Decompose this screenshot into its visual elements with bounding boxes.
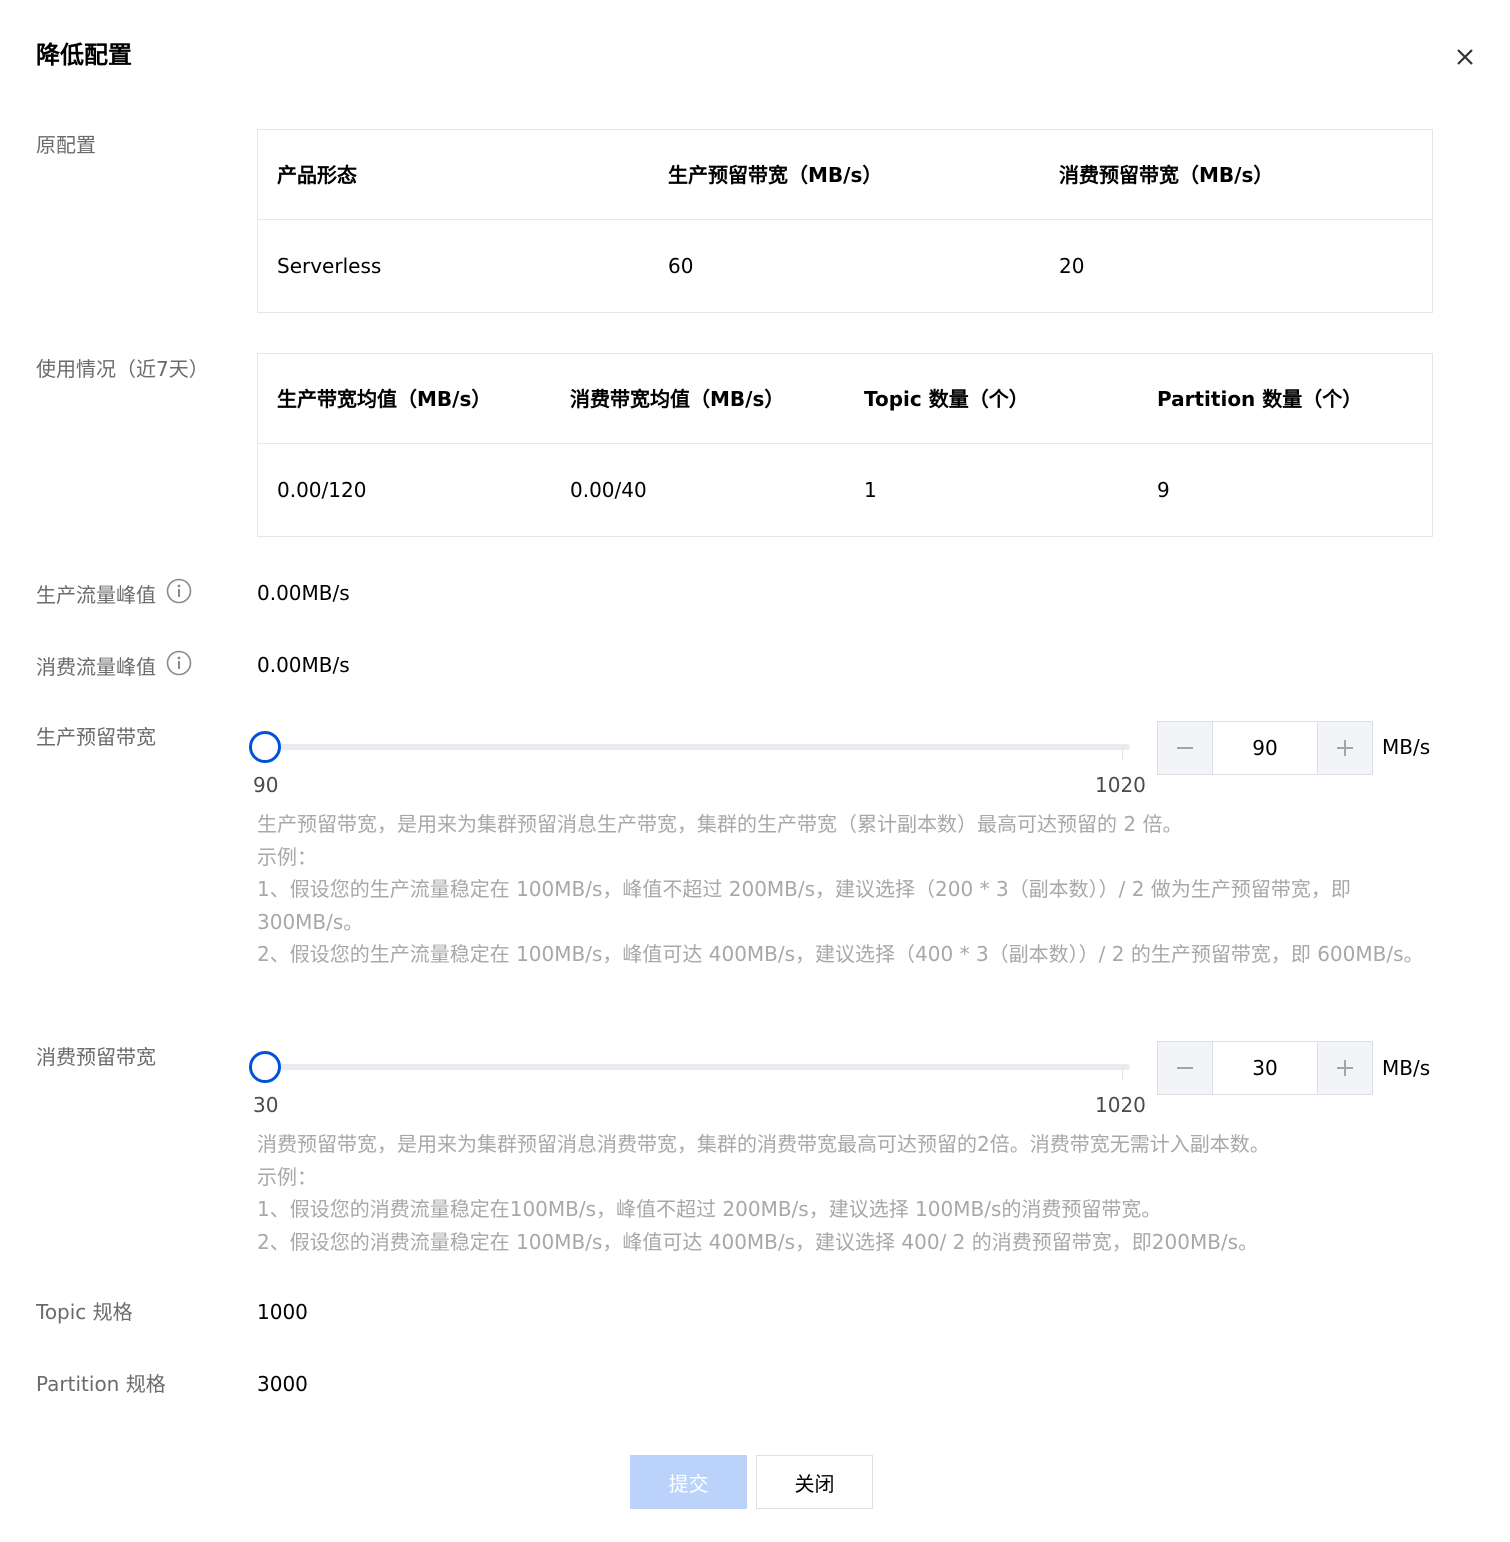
consume-peak-value: 0.00MB/s (257, 653, 350, 677)
table-header-cell: 消费预留带宽（MB/s） (1059, 162, 1274, 187)
help-line: 消费预留带宽，是用来为集群预留消息消费带宽，集群的消费带宽最高可达预留的2倍。消… (257, 1132, 1270, 1156)
help-line: 2、假设您的消费流量稳定在 100MB/s，峰值可达 400MB/s，建议选择 … (257, 1229, 1259, 1254)
slider-end-tick (1122, 1070, 1123, 1080)
table-header-row: 生产带宽均值（MB/s） 消费带宽均值（MB/s） Topic 数量（个） Pa… (258, 354, 1432, 444)
plus-icon (1337, 740, 1353, 756)
help-line: 生产预留带宽，是用来为集群预留消息生产带宽，集群的生产带宽（累计副本数）最高可达… (257, 812, 1183, 836)
dialog-title: 降低配置 (36, 41, 132, 69)
produce-bandwidth-label: 生产预留带宽 (36, 725, 156, 749)
plus-icon (1337, 1060, 1353, 1076)
topic-spec-label: Topic 规格 (36, 1300, 133, 1324)
produce-bandwidth-unit: MB/s (1382, 735, 1431, 759)
table-header-cell: Partition 数量（个） (1157, 386, 1363, 411)
consume-bandwidth-unit: MB/s (1382, 1056, 1431, 1080)
produce-bandwidth-stepper (1157, 721, 1373, 775)
table-cell: 1 (864, 478, 877, 502)
table-cell: Serverless (277, 254, 382, 278)
consume-peak-label: 消费流量峰值 (36, 650, 192, 684)
increment-button[interactable] (1318, 1042, 1372, 1094)
help-line: 1、假设您的消费流量稳定在100MB/s，峰值不超过 200MB/s，建议选择 … (257, 1197, 1162, 1221)
minus-icon (1177, 747, 1193, 749)
partition-spec-label: Partition 规格 (36, 1372, 166, 1396)
slider-end-tick (1122, 750, 1123, 760)
table-row: Serverless 60 20 (258, 220, 1432, 312)
help-line: 示例： (257, 844, 317, 869)
info-circle-icon[interactable] (166, 650, 192, 684)
decrement-button[interactable] (1158, 1042, 1212, 1094)
produce-peak-label: 生产流量峰值 (36, 578, 192, 612)
help-line: 1、假设您的生产流量稳定在 100MB/s，峰值不超过 200MB/s，建议选择… (257, 877, 1351, 934)
produce-peak-label-text: 生产流量峰值 (36, 583, 156, 607)
slider-max-mark: 1020 (1095, 773, 1146, 797)
produce-bandwidth-slider-track[interactable] (266, 744, 1130, 750)
produce-bandwidth-input[interactable] (1212, 722, 1318, 774)
info-circle-icon[interactable] (166, 578, 192, 612)
table-cell: 0.00/120 (277, 478, 367, 502)
table-cell: 20 (1059, 254, 1085, 278)
table-cell: 9 (1157, 478, 1170, 502)
slider-min-mark: 30 (253, 1093, 279, 1117)
produce-peak-value: 0.00MB/s (257, 581, 350, 605)
consume-bandwidth-help: 消费预留带宽，是用来为集群预留消息消费带宽，集群的消费带宽最高可达预留的2倍。消… (257, 1128, 1433, 1258)
decrement-button[interactable] (1158, 722, 1212, 774)
table-cell: 0.00/40 (570, 478, 647, 502)
original-config-table: 产品形态 生产预留带宽（MB/s） 消费预留带宽（MB/s） Serverles… (257, 129, 1433, 313)
consume-bandwidth-stepper (1157, 1041, 1373, 1095)
produce-bandwidth-help: 生产预留带宽，是用来为集群预留消息生产带宽，集群的生产带宽（累计副本数）最高可达… (257, 808, 1433, 971)
table-header-cell: 产品形态 (277, 162, 357, 187)
consume-bandwidth-slider-handle[interactable] (249, 1051, 281, 1083)
table-header-cell: 生产预留带宽（MB/s） (668, 162, 883, 187)
usage-table: 生产带宽均值（MB/s） 消费带宽均值（MB/s） Topic 数量（个） Pa… (257, 353, 1433, 537)
original-config-label: 原配置 (36, 133, 96, 157)
table-header-cell: Topic 数量（个） (864, 386, 1029, 411)
close-button[interactable]: 关闭 (756, 1455, 873, 1509)
partition-spec-value: 3000 (257, 1372, 308, 1396)
consume-bandwidth-input[interactable] (1212, 1042, 1318, 1094)
close-icon (1457, 49, 1473, 65)
consume-peak-label-text: 消费流量峰值 (36, 655, 156, 679)
help-line: 2、假设您的生产流量稳定在 100MB/s，峰值可达 400MB/s，建议选择（… (257, 942, 1424, 966)
help-line: 示例： (257, 1164, 317, 1189)
submit-button[interactable]: 提交 (630, 1455, 747, 1509)
increment-button[interactable] (1318, 722, 1372, 774)
usage-label: 使用情况（近7天） (36, 357, 209, 381)
table-header-row: 产品形态 生产预留带宽（MB/s） 消费预留带宽（MB/s） (258, 130, 1432, 220)
minus-icon (1177, 1067, 1193, 1069)
produce-bandwidth-slider-handle[interactable] (249, 731, 281, 763)
slider-max-mark: 1020 (1095, 1093, 1146, 1117)
close-dialog-button[interactable] (1448, 40, 1482, 74)
table-cell: 60 (668, 254, 694, 278)
table-header-cell: 生产带宽均值（MB/s） (277, 386, 492, 411)
topic-spec-value: 1000 (257, 1300, 308, 1324)
table-row: 0.00/120 0.00/40 1 9 (258, 444, 1432, 536)
consume-bandwidth-slider-track[interactable] (266, 1064, 1130, 1070)
slider-min-mark: 90 (253, 773, 279, 797)
consume-bandwidth-label: 消费预留带宽 (36, 1045, 156, 1069)
table-header-cell: 消费带宽均值（MB/s） (570, 386, 785, 411)
